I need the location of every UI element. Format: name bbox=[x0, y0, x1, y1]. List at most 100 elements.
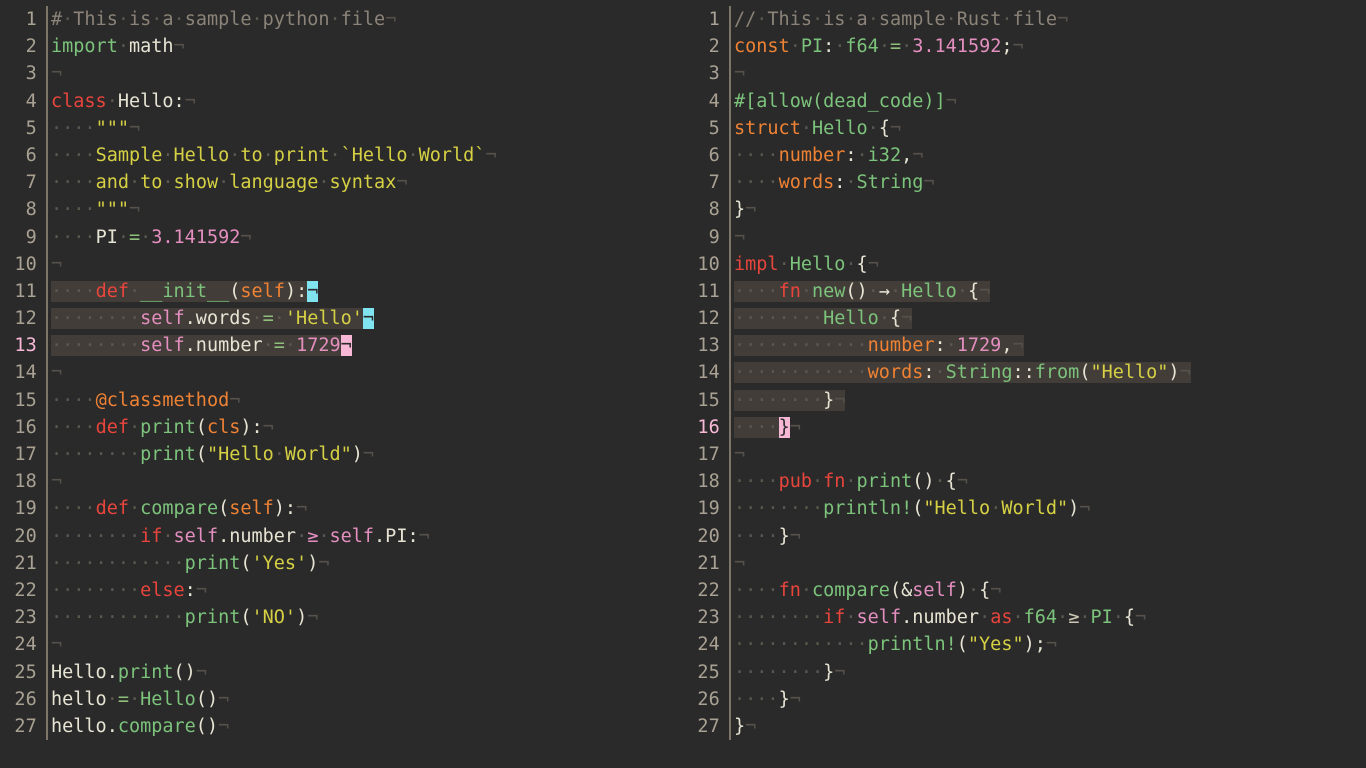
code-line[interactable]: 1 //·This·is·a·sample·Rust·file¬ bbox=[683, 6, 1366, 34]
line-content[interactable]: ····}¬ bbox=[731, 414, 1366, 441]
code-line[interactable]: 13 ············number:·1729,¬ bbox=[683, 332, 1366, 360]
line-content[interactable]: ····def·__init__(self):¬ bbox=[48, 278, 683, 305]
code-line[interactable]: 26 hello·=·Hello()¬ bbox=[0, 685, 683, 713]
line-content[interactable]: ¬ bbox=[731, 550, 1366, 577]
line-content[interactable]: impl·Hello·{¬ bbox=[731, 251, 1366, 278]
line-content[interactable]: hello·=·Hello()¬ bbox=[48, 686, 683, 713]
code-line[interactable]: 5 ····"""¬ bbox=[0, 114, 683, 142]
code-line[interactable]: 19 ········println!("Hello·World")¬ bbox=[683, 495, 1366, 523]
code-line[interactable]: 20 ····}¬ bbox=[683, 522, 1366, 550]
line-content[interactable]: ········}¬ bbox=[731, 659, 1366, 686]
code-line[interactable]: 10 ¬ bbox=[0, 250, 683, 278]
line-content[interactable]: #[allow(dead_code)]¬ bbox=[731, 88, 1366, 115]
line-content[interactable]: ····def·print(cls):¬ bbox=[48, 414, 683, 441]
line-content[interactable]: ¬ bbox=[48, 631, 683, 658]
code-line[interactable]: 7 ····words:·String¬ bbox=[683, 169, 1366, 197]
line-content[interactable]: ····def·compare(self):¬ bbox=[48, 495, 683, 522]
code-line[interactable]: 4 class·Hello:¬ bbox=[0, 87, 683, 115]
code-line[interactable]: 1 #·This·is·a·sample·python·file¬ bbox=[0, 6, 683, 34]
code-line[interactable]: 24 ¬ bbox=[0, 631, 683, 659]
line-content[interactable]: ····}¬ bbox=[731, 523, 1366, 550]
line-content[interactable]: ········Hello·{¬ bbox=[731, 305, 1366, 332]
line-content[interactable]: //·This·is·a·sample·Rust·file¬ bbox=[731, 6, 1366, 33]
line-content[interactable]: ····PI·=·3.141592¬ bbox=[48, 224, 683, 251]
line-content[interactable]: ············println!("Yes");¬ bbox=[731, 631, 1366, 658]
line-content[interactable]: ············number:·1729,¬ bbox=[731, 332, 1366, 359]
code-line[interactable]: 16 ····}¬ bbox=[683, 413, 1366, 441]
code-line[interactable]: 22 ········else:¬ bbox=[0, 576, 683, 605]
code-line[interactable]: 5 struct·Hello·{¬ bbox=[683, 114, 1366, 142]
code-line[interactable]: 20 ········if·self.number·≥·self.PI:¬ bbox=[0, 522, 683, 550]
line-content[interactable]: ¬ bbox=[48, 468, 683, 495]
code-line[interactable]: 15 ····@classmethod¬ bbox=[0, 386, 683, 414]
line-content[interactable]: }¬ bbox=[731, 196, 1366, 223]
line-content[interactable]: ¬ bbox=[48, 359, 683, 386]
code-line[interactable]: 23 ········if·self.number·as·f64·≥·PI·{¬ bbox=[683, 604, 1366, 632]
code-line[interactable]: 26 ····}¬ bbox=[683, 685, 1366, 713]
line-content[interactable]: struct·Hello·{¬ bbox=[731, 115, 1366, 142]
line-content[interactable]: ········print("Hello·World")¬ bbox=[48, 441, 683, 468]
code-line[interactable]: 2 const·PI:·f64·=·3.141592;¬ bbox=[683, 33, 1366, 61]
line-content[interactable]: class·Hello:¬ bbox=[48, 88, 683, 115]
code-line[interactable]: 11 ····fn·new()·→·Hello·{¬ bbox=[683, 277, 1366, 306]
rust-code-area[interactable]: 1 //·This·is·a·sample·Rust·file¬ 2 const·P… bbox=[683, 0, 1366, 741]
code-line[interactable]: 14 ¬ bbox=[0, 359, 683, 387]
line-content[interactable]: ¬ bbox=[48, 251, 683, 278]
line-content[interactable]: }¬ bbox=[731, 713, 1366, 740]
rust-editor-pane[interactable]: 1 //·This·is·a·sample·Rust·file¬ 2 const·P… bbox=[683, 0, 1366, 768]
line-content[interactable]: ········self.words·=·'Hello'¬ bbox=[48, 305, 683, 332]
code-line[interactable]: 25 ········}¬ bbox=[683, 658, 1366, 686]
code-line[interactable]: 12 ········Hello·{¬ bbox=[683, 305, 1366, 333]
code-line[interactable]: 14 ············words:·String::from("Hello… bbox=[683, 359, 1366, 387]
line-content[interactable]: ¬ bbox=[731, 441, 1366, 468]
code-line[interactable]: 6 ····number:·i32,¬ bbox=[683, 141, 1366, 170]
line-content[interactable]: ····fn·compare(&self)·{¬ bbox=[731, 577, 1366, 604]
code-line[interactable]: 9 ····PI·=·3.141592¬ bbox=[0, 223, 683, 251]
code-line[interactable]: 25 Hello.print()¬ bbox=[0, 658, 683, 686]
code-line[interactable]: 13 ········self.number·=·1729¬ bbox=[0, 332, 683, 360]
line-content[interactable]: ····words:·String¬ bbox=[731, 169, 1366, 196]
code-line[interactable]: 18 ¬ bbox=[0, 468, 683, 496]
code-line[interactable]: 22 ····fn·compare(&self)·{¬ bbox=[683, 576, 1366, 605]
code-line[interactable]: 7 ····and·to·show·language·syntax¬ bbox=[0, 169, 683, 197]
code-line[interactable]: 27}¬ bbox=[683, 712, 1366, 741]
python-code-area[interactable]: 1 #·This·is·a·sample·python·file¬ 2 import… bbox=[0, 0, 683, 741]
line-content[interactable]: ····pub·fn·print()·{¬ bbox=[731, 468, 1366, 495]
code-line[interactable]: 6 ····Sample·Hello·to·print·`Hello·World`… bbox=[0, 141, 683, 170]
line-content[interactable]: ¬ bbox=[48, 60, 683, 87]
code-line[interactable]: 21 ············print('Yes')¬ bbox=[0, 549, 683, 577]
line-content[interactable]: ········println!("Hello·World")¬ bbox=[731, 495, 1366, 522]
code-line[interactable]: 10 impl·Hello·{¬ bbox=[683, 250, 1366, 278]
code-line[interactable]: 16 ····def·print(cls):¬ bbox=[0, 413, 683, 441]
code-line[interactable]: 8 ····"""¬ bbox=[0, 196, 683, 224]
line-content[interactable]: ············print('Yes')¬ bbox=[48, 550, 683, 577]
code-line[interactable]: 3 ¬ bbox=[0, 60, 683, 88]
code-line[interactable]: 17 ········print("Hello·World")¬ bbox=[0, 441, 683, 469]
line-content[interactable]: import·math¬ bbox=[48, 33, 683, 60]
line-content[interactable]: ········if·self.number·≥·self.PI:¬ bbox=[48, 523, 683, 550]
code-line[interactable]: 2 import·math¬ bbox=[0, 33, 683, 61]
line-content[interactable]: Hello.print()¬ bbox=[48, 659, 683, 686]
line-content[interactable]: ············print('NO')¬ bbox=[48, 604, 683, 631]
code-line[interactable]: 3 ¬ bbox=[683, 60, 1366, 88]
line-content[interactable]: #·This·is·a·sample·python·file¬ bbox=[48, 6, 683, 33]
line-content[interactable]: ····and·to·show·language·syntax¬ bbox=[48, 169, 683, 196]
line-content[interactable]: ········self.number·=·1729¬ bbox=[48, 332, 683, 359]
line-content[interactable]: ····@classmethod¬ bbox=[48, 387, 683, 414]
line-content[interactable]: ········if·self.number·as·f64·≥·PI·{¬ bbox=[731, 604, 1366, 631]
code-line[interactable]: 11 ····def·__init__(self):¬ bbox=[0, 277, 683, 306]
line-content[interactable]: ····Sample·Hello·to·print·`Hello·World`¬ bbox=[48, 142, 683, 169]
line-content[interactable]: ············words:·String::from("Hello")… bbox=[731, 359, 1366, 386]
line-content[interactable]: ¬ bbox=[731, 224, 1366, 251]
code-line[interactable]: 19 ····def·compare(self):¬ bbox=[0, 495, 683, 523]
code-line[interactable]: 23 ············print('NO')¬ bbox=[0, 604, 683, 632]
line-content[interactable]: ····"""¬ bbox=[48, 196, 683, 223]
code-line[interactable]: 17 ¬ bbox=[683, 441, 1366, 469]
code-line[interactable]: 18 ····pub·fn·print()·{¬ bbox=[683, 468, 1366, 496]
python-editor-pane[interactable]: 1 #·This·is·a·sample·python·file¬ 2 import… bbox=[0, 0, 683, 768]
code-line[interactable]: 8}¬ bbox=[683, 196, 1366, 224]
code-line[interactable]: 9 ¬ bbox=[683, 223, 1366, 251]
code-line[interactable]: 21 ¬ bbox=[683, 549, 1366, 577]
code-line[interactable]: 27 hello.compare()¬ bbox=[0, 712, 683, 741]
line-content[interactable]: ····}¬ bbox=[731, 686, 1366, 713]
